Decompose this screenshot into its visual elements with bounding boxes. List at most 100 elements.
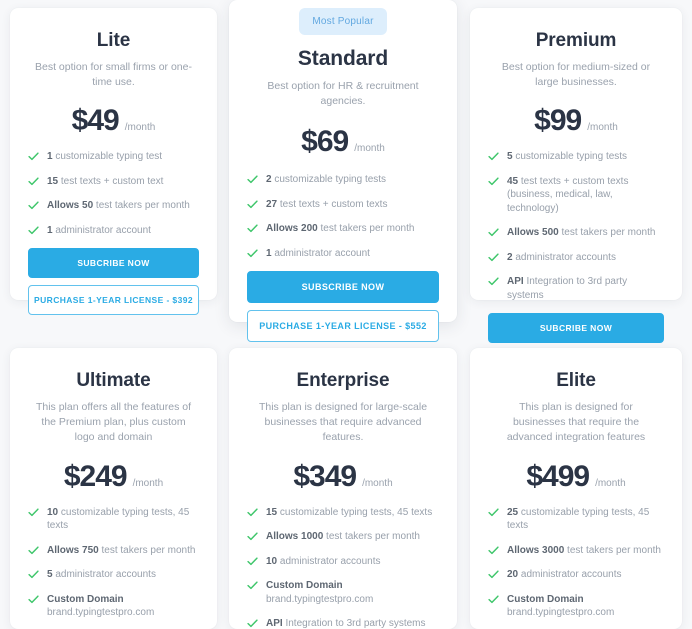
feature-item: 1 customizable typing test <box>28 150 199 164</box>
feature-text: 1 customizable typing test <box>47 151 163 163</box>
feature-text: API Integration to 3rd party systems <box>266 618 426 629</box>
feature-text: 15 customizable typing tests, 45 texts <box>266 506 433 518</box>
feature-item: 5 customizable typing tests <box>488 150 664 164</box>
plan-description: Best option for small firms or one-time … <box>35 61 192 89</box>
feature-item: Allows 500 test takers per month <box>488 226 664 240</box>
check-icon <box>28 545 39 556</box>
check-icon <box>247 618 258 629</box>
price-amount: $349 <box>293 459 357 493</box>
feature-text: 1 administrator account <box>47 224 151 236</box>
purchase-license-button[interactable]: PURCHASE 1-YEAR LICENSE - $552 <box>247 310 439 343</box>
feature-text: Allows 200 test takers per month <box>266 223 415 235</box>
price-period: /month <box>362 477 393 489</box>
feature-text: 10 administrator accounts <box>266 555 381 567</box>
feature-item: Allows 750 test takers per month <box>28 544 199 558</box>
check-icon <box>247 199 258 210</box>
feature-text: 2 customizable typing tests <box>266 174 387 186</box>
feature-text: API Integration to 3rd party systems <box>507 276 628 301</box>
pricing-page: Lite Best option for small firms or one-… <box>0 0 692 629</box>
price-block: $249 /month <box>28 460 199 494</box>
plan-description: This plan is designed for businesses tha… <box>506 401 646 444</box>
check-icon <box>488 227 499 238</box>
check-icon <box>488 569 499 580</box>
feature-text: 20 administrator accounts <box>507 569 622 581</box>
feature-item: 15 test texts + custom text <box>28 175 199 189</box>
feature-item: Custom Domain brand.typingtestpro.com <box>247 579 439 606</box>
price-period: /month <box>354 143 385 155</box>
feature-item: 20 administrator accounts <box>488 568 664 582</box>
plan-name: Enterprise <box>296 370 390 391</box>
feature-item: Custom Domain brand.typingtestpro.com <box>28 593 199 620</box>
feature-list: 1 customizable typing test 15 test texts … <box>28 150 199 248</box>
feature-item: 5 administrator accounts <box>28 568 199 582</box>
feature-text: Custom Domain brand.typingtestpro.com <box>266 580 374 605</box>
feature-list: 5 customizable typing tests 45 test texts… <box>488 150 664 313</box>
subscribe-button[interactable]: SUBCRIBE NOW <box>488 313 664 344</box>
feature-text: Allows 750 test takers per month <box>47 544 196 556</box>
feature-text: 2 administrator accounts <box>507 251 616 263</box>
feature-text: Allows 500 test takers per month <box>507 227 656 239</box>
price-period: /month <box>595 477 626 489</box>
card-actions: SUBCRIBE NOW PURCHASE 1-YEAR LICENSE - $… <box>28 248 199 316</box>
plan-description: Best option for HR & recruitment agencie… <box>267 80 419 108</box>
price-block: $499 /month <box>488 460 664 494</box>
price-period: /month <box>132 477 164 489</box>
check-icon <box>28 151 39 162</box>
feature-list: 10 customizable typing tests, 45 texts Al… <box>28 506 199 629</box>
price-block: $49 /month <box>28 104 199 138</box>
check-icon <box>247 507 258 518</box>
check-icon <box>28 507 39 518</box>
feature-text: 1 administrator account <box>266 247 370 259</box>
most-popular-badge: Most Popular <box>299 8 387 35</box>
feature-text: Allows 3000 test takers per month <box>507 544 661 556</box>
plan-description: This plan offers all the features of the… <box>35 401 192 444</box>
feature-item: 25 customizable typing tests, 45 texts <box>488 506 664 533</box>
pricing-card-standard: Most Popular Standard Best option for HR… <box>229 0 457 343</box>
check-icon <box>247 580 258 591</box>
feature-item: 1 administrator account <box>28 224 199 238</box>
plan-name: Premium <box>535 30 617 51</box>
feature-item: API Integration to 3rd party systems <box>247 617 439 629</box>
feature-text: 15 test texts + custom text <box>47 175 164 187</box>
price-block: $69 /month <box>247 125 439 159</box>
purchase-license-button[interactable]: PURCHASE 1-YEAR LICENSE - $392 <box>28 285 199 316</box>
plan-name: Lite <box>96 30 131 51</box>
feature-text: 27 test texts + custom texts <box>266 198 388 210</box>
feature-text: Allows 50 test takers per month <box>47 200 190 212</box>
feature-item: 1 administrator account <box>247 247 439 261</box>
feature-text: 10 customizable typing tests, 45 texts <box>47 506 190 532</box>
feature-item: Allows 3000 test takers per month <box>488 544 664 558</box>
subscribe-button[interactable]: SUBCRIBE NOW <box>28 248 199 279</box>
price-amount: $69 <box>301 125 349 159</box>
pricing-card-ultimate: Ultimate This plan offers all the featur… <box>10 348 217 629</box>
feature-item: 2 customizable typing tests <box>247 173 439 187</box>
plan-description: Best option for medium-sized or large bu… <box>501 61 651 89</box>
pricing-card-enterprise: Enterprise This plan is designed for lar… <box>229 348 457 629</box>
check-icon <box>247 556 258 567</box>
check-icon <box>28 225 39 236</box>
subscribe-button[interactable]: SUBSCRIBE NOW <box>247 271 439 304</box>
feature-list: 25 customizable typing tests, 45 texts Al… <box>488 506 664 629</box>
check-icon <box>488 594 499 605</box>
feature-text: 5 customizable typing tests <box>507 151 628 163</box>
check-icon <box>488 507 499 518</box>
check-icon <box>488 151 499 162</box>
pricing-card-elite: Elite This plan is designed for business… <box>470 348 682 629</box>
check-icon <box>488 252 499 263</box>
price-amount: $499 <box>526 459 590 493</box>
badge-row: Most Popular <box>247 8 439 35</box>
check-icon <box>247 531 258 542</box>
price-block: $349 /month <box>247 460 439 494</box>
price-period: /month <box>124 122 156 134</box>
price-amount: $99 <box>534 104 582 138</box>
feature-item: 10 administrator accounts <box>247 555 439 569</box>
feature-item: Custom Domain brand.typingtestpro.com <box>488 593 664 620</box>
feature-list: 15 customizable typing tests, 45 texts Al… <box>247 506 439 629</box>
plan-name: Elite <box>556 370 596 391</box>
plan-name: Standard <box>297 47 389 70</box>
check-icon <box>247 174 258 185</box>
feature-list: 2 customizable typing tests 27 test texts… <box>247 173 439 271</box>
feature-item: 45 test texts + custom texts (business, … <box>488 175 664 216</box>
check-icon <box>28 594 39 605</box>
pricing-card-premium: Premium Best option for medium-sized or … <box>470 8 682 381</box>
